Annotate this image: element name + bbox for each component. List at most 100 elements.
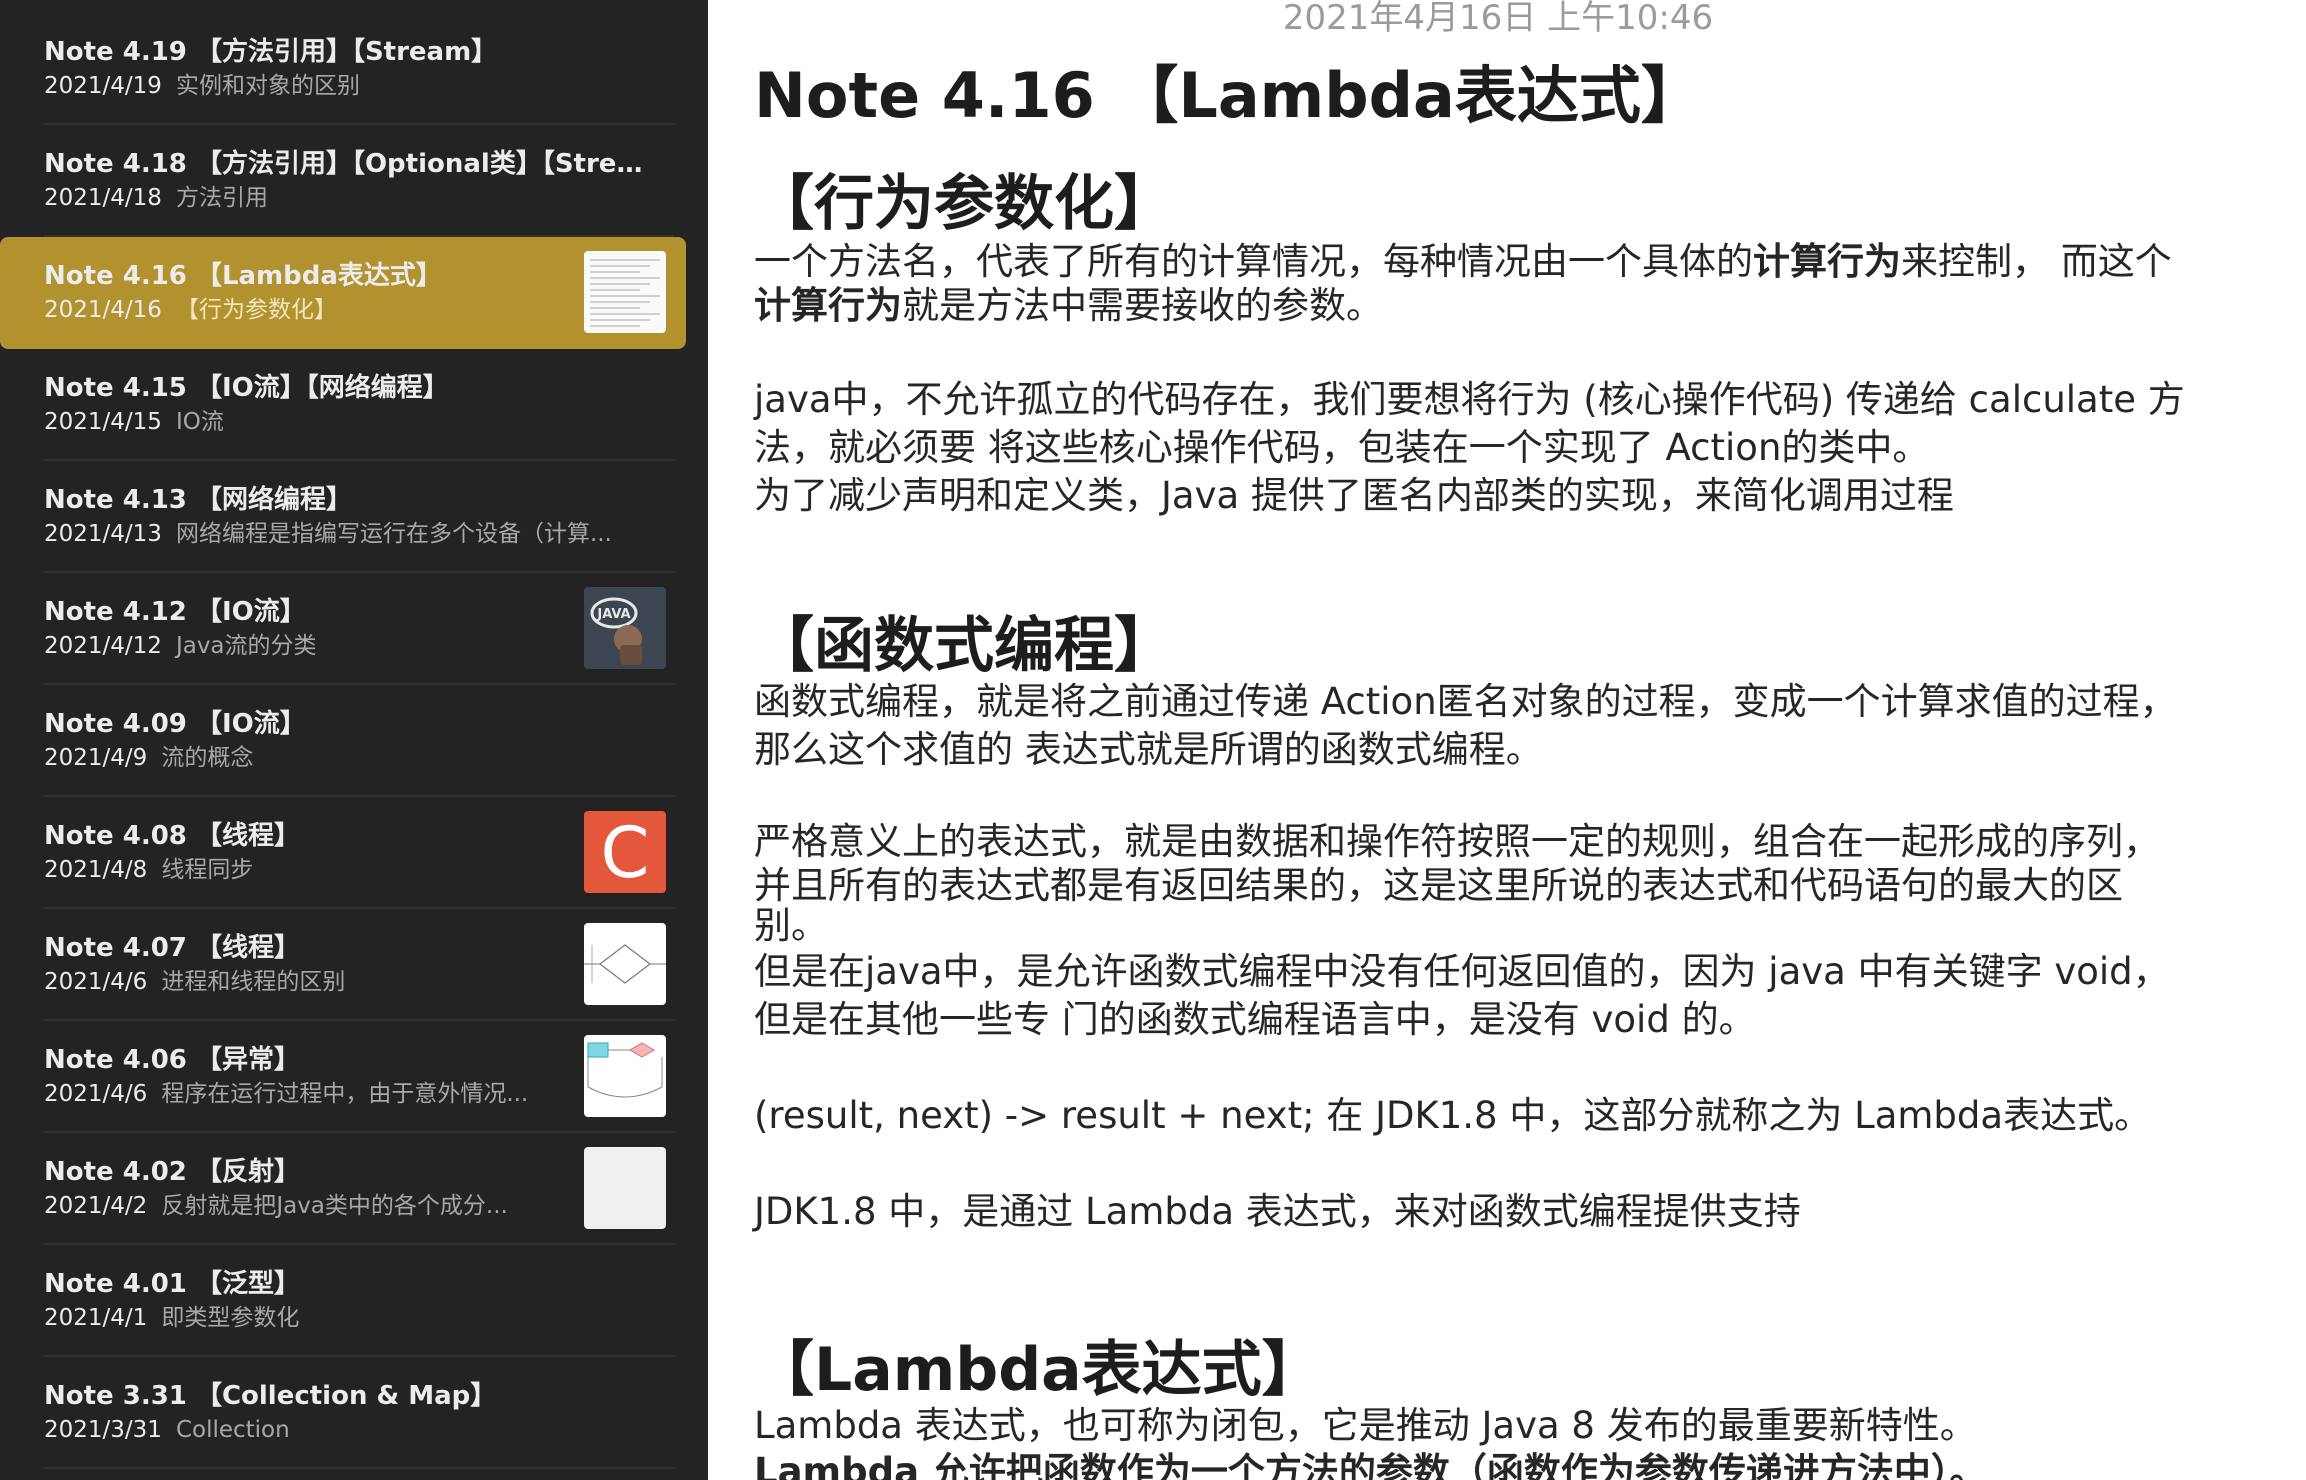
note-item-title: Note 4.15 【IO流】【网络编程】 [44, 373, 449, 403]
text-line-mark [590, 277, 660, 279]
note-item-preview: IO流 [175, 409, 224, 435]
note-item-preview: 实例和对象的区别 [175, 73, 360, 99]
diagram-thumbnail [584, 923, 666, 1005]
note-item-date: 2021/3/31 [44, 1417, 162, 1443]
note-item-title: Note 4.12 【IO流】 [44, 597, 306, 627]
note-item-subtitle: 2021/3/31 Collection [44, 1413, 644, 1447]
note-list-item[interactable]: Note 4.12 【IO流】 2021/4/12 Java流的分类 JAVA [0, 573, 686, 685]
note-list-item[interactable]: Note 4.15 【IO流】【网络编程】 2021/4/15 IO流 [0, 349, 686, 461]
note-item-subtitle: 2021/4/12 Java流的分类 [44, 629, 544, 663]
text-line-mark [590, 295, 660, 297]
note-item-subtitle: 2021/4/9 流的概念 [44, 741, 644, 775]
note-list-item[interactable]: Note 4.02 【反射】 2021/4/2 反射就是把Java类中的各个成分..… [0, 1133, 686, 1245]
note-item-title: Note 4.13 【网络编程】 [44, 485, 352, 515]
note-item-subtitle: 2021/4/19 实例和对象的区别 [44, 69, 644, 103]
notes-sidebar: Note 4.19 【方法引用】【Stream】 2021/4/19 实例和对象的区… [0, 0, 708, 1480]
note-list-item[interactable]: Note 4.08 【线程】 2021/4/8 线程同步 C [0, 797, 686, 909]
text-line-mark [590, 319, 650, 321]
note-item-title: Note 4.06 【异常】 [44, 1045, 300, 1075]
note-item-subtitle: 2021/4/16 【行为参数化】 [44, 293, 544, 327]
c-logo-thumbnail: C [584, 811, 666, 893]
note-item-preview: 进程和线程的区别 [161, 969, 346, 995]
note-item-title: Note 3.31 【Collection & Map】 [44, 1381, 497, 1411]
paragraph-line: 那么这个求值的 表达式就是所谓的函数式编程。 [754, 728, 1543, 771]
note-item-subtitle: 2021/4/18 方法引用 [44, 181, 644, 215]
note-list-item[interactable]: Note 4.13 【网络编程】 2021/4/13 网络编程是指编写运行在多个设备… [0, 461, 686, 573]
text-line-mark [590, 259, 660, 261]
note-item-preview: Java流的分类 [175, 633, 317, 659]
note-item-preview: Collection [175, 1417, 290, 1443]
note-item-title: Note 4.08 【线程】 [44, 821, 300, 851]
text-line-mark [590, 265, 650, 267]
note-editor[interactable]: 2021年4月16日 上午10:46 Note 4.16 【Lambda表达式】… [708, 0, 2306, 1480]
note-item-preview: 线程同步 [161, 857, 254, 883]
note-item-preview: 流的概念 [161, 745, 254, 771]
blank-thumbnail [584, 1147, 666, 1229]
note-item-title: Note 4.01 【泛型】 [44, 1269, 300, 1299]
note-item-preview: 反射就是把Java类中的各个成分... [161, 1193, 508, 1219]
note-item-date: 2021/4/9 [44, 745, 148, 771]
text-span: 来控制， 而这个 [1901, 240, 2172, 283]
note-list-item[interactable]: Note 4.19 【方法引用】【Stream】 2021/4/19 实例和对象的区… [0, 13, 686, 125]
note-item-title: Note 4.19 【方法引用】【Stream】 [44, 37, 498, 67]
text-line-mark [590, 325, 640, 327]
note-item-title: Note 4.16 【Lambda表达式】 [44, 261, 442, 291]
note-list-item[interactable]: Note 4.16 【Lambda表达式】 2021/4/16 【行为参数化】 [0, 237, 686, 349]
list-divider [44, 1467, 674, 1469]
java-logo-icon: JAVA [590, 597, 642, 665]
note-item-date: 2021/4/1 [44, 1305, 148, 1331]
note-item-date: 2021/4/6 [44, 1081, 148, 1107]
note-item-subtitle: 2021/4/13 网络编程是指编写运行在多个设备（计算... [44, 517, 644, 551]
note-item-subtitle: 2021/4/6 程序在运行过程中，由于意外情况... [44, 1077, 544, 1111]
java-logo-label: JAVA [596, 607, 630, 622]
text-line-mark [590, 271, 640, 273]
note-item-preview: 【行为参数化】 [175, 297, 337, 323]
bold-text: 计算行为 [754, 284, 902, 327]
note-title: Note 4.16 【Lambda表达式】 [754, 59, 1703, 132]
note-list-item[interactable]: Note 4.09 【IO流】 2021/4/9 流的概念 [0, 685, 686, 797]
section-heading-behavior-parameterization: 【行为参数化】 [754, 169, 1174, 239]
flowchart-icon [584, 944, 666, 984]
note-item-date: 2021/4/8 [44, 857, 148, 883]
paragraph-line: 计算行为就是方法中需要接收的参数。 [754, 282, 2294, 330]
text-line-mark [590, 283, 650, 285]
note-list-item[interactable]: Note 4.06 【异常】 2021/4/6 程序在运行过程中，由于意外情况... [0, 1021, 686, 1133]
note-item-preview: 即类型参数化 [161, 1305, 300, 1331]
note-list-item[interactable]: Note 3.31 【Collection & Map】 2021/3/31 Col… [0, 1357, 686, 1469]
note-item-date: 2021/4/18 [44, 185, 162, 211]
text-line-mark [590, 289, 640, 291]
note-timestamp: 2021年4月16日 上午10:46 [1282, 0, 1714, 38]
c-logo-label: C [601, 812, 650, 893]
paragraph-line: 严格意义上的表达式，就是由数据和操作符按照一定的规则，组合在一起形成的序列， [754, 820, 2160, 863]
text-span: 就是方法中需要接收的参数。 [902, 284, 1383, 327]
text-line-mark [590, 313, 660, 315]
note-item-date: 2021/4/2 [44, 1193, 148, 1219]
note-item-preview: 网络编程是指编写运行在多个设备（计算... [175, 521, 612, 547]
diagram-thumbnail [584, 1035, 666, 1117]
section-heading-functional-programming: 【函数式编程】 [754, 611, 1174, 681]
paragraph-line: 但是在其他一些专 门的函数式编程语言中，是没有 void 的。 [754, 998, 1756, 1041]
note-item-preview: 程序在运行过程中，由于意外情况... [161, 1081, 529, 1107]
text-line-mark [590, 307, 640, 309]
note-item-subtitle: 2021/4/1 即类型参数化 [44, 1301, 644, 1335]
document-thumbnail [584, 251, 666, 333]
c-logo-icon: C [601, 812, 650, 893]
text-line-mark [590, 301, 650, 303]
note-list-item[interactable]: Note 4.18 【方法引用】【Optional类】【Stre... 2021/… [0, 125, 686, 237]
note-item-date: 2021/4/12 [44, 633, 162, 659]
note-item-subtitle: 2021/4/6 进程和线程的区别 [44, 965, 544, 999]
note-item-preview: 方法引用 [175, 185, 268, 211]
note-item-date: 2021/4/19 [44, 73, 162, 99]
note-item-title: Note 4.18 【方法引用】【Optional类】【Stre... [44, 149, 644, 179]
note-item-subtitle: 2021/4/15 IO流 [44, 405, 644, 439]
paragraph-line: (result, next) -> result + next; 在 JDK1.… [754, 1094, 2152, 1137]
note-list-item[interactable]: Note 4.01 【泛型】 2021/4/1 即类型参数化 [0, 1245, 686, 1357]
note-list-item[interactable]: Note 4.07 【线程】 2021/4/6 进程和线程的区别 [0, 909, 686, 1021]
bold-text: 计算行为 [1753, 240, 1901, 283]
paragraph-line: 别。 [754, 904, 828, 947]
paragraph-line: 但是在java中，是允许函数式编程中没有任何返回值的，因为 java 中有关键字… [754, 950, 2170, 993]
note-item-subtitle: 2021/4/2 反射就是把Java类中的各个成分... [44, 1189, 544, 1223]
note-item-title: Note 4.09 【IO流】 [44, 709, 306, 739]
paragraph-line: 函数式编程，就是将之前通过传递 Action匿名对象的过程，变成一个计算求值的过… [754, 680, 2177, 723]
java-logo-thumbnail: JAVA [584, 587, 666, 669]
